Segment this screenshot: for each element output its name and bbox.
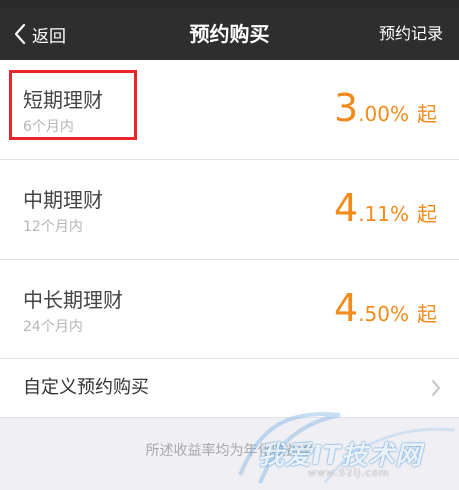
rate-integer: 4 (334, 186, 359, 230)
product-list: 短期理财 6个月内 3 .00% 起 中期理财 12个月内 4 .11% 起 中… (0, 60, 459, 359)
product-row-mid-long-term[interactable]: 中长期理财 24个月内 4 .50% 起 (0, 260, 459, 359)
rate-decimal: .11% (358, 202, 409, 226)
product-rate: 3 .00% 起 (334, 86, 437, 130)
back-button[interactable]: 返回 (14, 8, 66, 60)
chevron-right-icon (431, 379, 441, 401)
product-name: 中期理财 (23, 188, 103, 212)
status-bar (0, 0, 459, 8)
product-rate: 4 .50% 起 (334, 286, 437, 330)
back-label: 返回 (32, 26, 66, 47)
custom-reservation-row[interactable]: 自定义预约购买 (0, 358, 459, 418)
yield-note: 所述收益率均为年化收益率 (145, 443, 314, 459)
rate-suffix: 起 (417, 202, 437, 226)
product-rate: 4 .11% 起 (334, 186, 437, 230)
rate-integer: 3 (334, 86, 359, 130)
navigation-bar: 返回 预约购买 预约记录 (0, 8, 459, 60)
rate-suffix: 起 (417, 102, 437, 126)
reservation-records-link[interactable]: 预约记录 (379, 8, 443, 60)
product-name: 短期理财 (23, 88, 103, 112)
chevron-left-icon (14, 23, 26, 45)
rate-integer: 4 (334, 286, 359, 330)
rate-suffix: 起 (417, 302, 437, 326)
product-term: 24个月内 (23, 319, 83, 335)
rate-decimal: .50% (358, 302, 409, 326)
product-row-mid-term[interactable]: 中期理财 12个月内 4 .11% 起 (0, 160, 459, 260)
watermark-url: www.52ij.com (308, 468, 390, 479)
product-term: 12个月内 (23, 219, 83, 235)
product-term: 6个月内 (23, 119, 74, 135)
product-row-short-term[interactable]: 短期理财 6个月内 3 .00% 起 (0, 60, 459, 160)
rate-decimal: .00% (358, 102, 409, 126)
product-name: 中长期理财 (23, 288, 123, 312)
custom-reservation-label: 自定义预约购买 (23, 377, 149, 398)
